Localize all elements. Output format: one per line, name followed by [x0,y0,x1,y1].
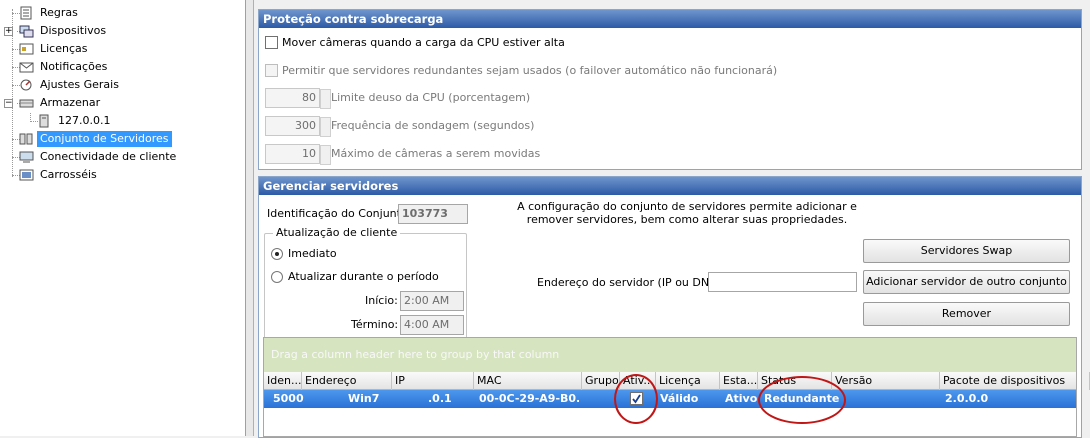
tree-item-localhost[interactable]: 127.0.0.1 [37,112,113,130]
allow-redundant-checkbox[interactable]: Permitir que servidores redundantes seja… [265,64,777,77]
client-update-fieldset: Atualização de cliente Imediato Atualiza… [264,226,467,339]
main-panel: Proteção contra sobrecarga Mover câmeras… [255,0,1090,438]
spinner-arrows-icon[interactable] [320,89,331,109]
immediate-radio[interactable]: Imediato [271,247,337,260]
annotation-circle-active [614,374,658,424]
checkbox-box[interactable] [265,36,278,49]
spinner-arrows-icon[interactable] [320,145,331,165]
tree-item-devices[interactable]: Dispositivos [19,22,109,40]
cell-mac: 00-0C-29-A9-B0... [479,392,579,405]
tree-item-notifications[interactable]: Notificações [19,58,110,76]
annotation-circle-status [758,376,846,424]
move-cameras-label: Mover câmeras quando a carga da CPU esti… [282,36,565,49]
cpu-limit-value: 80 [302,91,316,104]
tree-item-label: Armazenar [40,96,101,109]
manage-servers-title: Gerenciar servidores [259,177,1081,195]
max-cameras-label: Máximo de câmeras a serem movidas [331,147,541,160]
devices-icon [19,24,34,38]
poll-frequency-value: 300 [295,119,316,132]
tree-item-label: Ajustes Gerais [40,78,119,91]
pool-id-label: Identificação do Conjunto [267,207,408,220]
license-icon [19,42,34,56]
server-address-label: Endereço do servidor (IP ou DNS) [537,276,721,289]
end-time-field[interactable]: 4:00 AM [400,315,464,335]
column-header-group[interactable]: Grupo [582,372,620,390]
storage-icon [19,96,34,110]
cpu-limit-spinner[interactable]: 80 [265,88,331,109]
server-icon [37,114,52,128]
table-row[interactable]: 5000 Win7 .0.1 00-0C-29-A9-B0... Válido … [264,390,1076,408]
expand-devices-icon[interactable]: + [4,27,13,36]
group-by-panel[interactable]: Drag a column header here to group by th… [264,338,1076,372]
spinner-arrows-icon[interactable] [320,117,331,137]
max-cameras-spinner[interactable]: 10 [265,144,331,165]
tree-item-label: Dispositivos [40,24,107,37]
overload-protection-group: Proteção contra sobrecarga Mover câmeras… [258,9,1082,170]
column-header-license[interactable]: Licença [656,372,720,390]
tree-item-label: Conjunto de Servidores [37,131,172,147]
tree-item-label: Carrosséis [40,168,97,181]
tree-item-rules[interactable]: Regras [19,4,81,22]
period-radio[interactable]: Atualizar durante o período [271,270,439,283]
tree-item-general-settings[interactable]: Ajustes Gerais [19,76,122,94]
notification-icon [19,60,34,74]
server-address-input[interactable] [708,272,857,292]
tree-item-label: 127.0.0.1 [58,114,111,127]
carousel-icon [19,168,34,182]
tree-item-client-connectivity[interactable]: Conectividade de cliente [19,148,179,166]
pool-id-field[interactable]: 103773 [398,204,468,224]
cell-license: Válido [660,392,699,405]
poll-frequency-spinner[interactable]: 300 [265,116,331,137]
rules-icon [19,6,34,20]
column-header-id[interactable]: Iden... [264,372,302,390]
swap-servers-button[interactable]: Servidores Swap [863,239,1070,263]
move-cameras-checkbox[interactable]: Mover câmeras quando a carga da CPU esti… [265,36,565,49]
cpu-limit-label: Limite deuso da CPU (porcentagem) [331,91,531,104]
manage-servers-group: Gerenciar servidores Identificação do Co… [258,176,1090,438]
tree-item-label: Licenças [40,42,88,55]
start-time-field[interactable]: 2:00 AM [400,291,464,311]
collapse-storage-icon[interactable]: − [4,99,13,108]
column-header-device-pack[interactable]: Pacote de dispositivos [940,372,1090,390]
tree-item-server-pool[interactable]: Conjunto de Servidores [19,130,172,148]
add-server-from-pool-button[interactable]: Adicionar servidor de outro conjunto [863,270,1070,294]
end-label: Término: [351,318,399,331]
settings-icon [19,78,34,92]
tree-item-label: Regras [40,6,78,19]
column-header-mac[interactable]: MAC [474,372,582,390]
cell-ip: .0.1 [428,392,452,405]
overload-protection-title: Proteção contra sobrecarga [259,10,1081,28]
client-update-legend: Atualização de cliente [273,226,401,239]
column-header-version[interactable]: Versão [832,372,940,390]
allow-redundant-label: Permitir que servidores redundantes seja… [282,64,778,77]
poll-frequency-label: Frequência de sondagem (segundos) [331,119,535,132]
start-label: Início: [365,294,398,307]
servers-grid: Drag a column header here to group by th… [263,337,1090,437]
tree-item-storage[interactable]: Armazenar [19,94,103,112]
checkbox-box[interactable] [265,64,278,77]
tree-item-label: Conectividade de cliente [40,150,177,163]
remove-button[interactable]: Remover [863,302,1070,326]
cell-id: 5000 [273,392,304,405]
tree-item-label: Notificações [40,60,108,73]
cell-package: 2.0.0.0 [945,392,989,405]
server-pool-icon [19,132,34,146]
navigation-tree: + − Regras Dispositivos Licenças Notific… [0,0,246,436]
column-header-address[interactable]: Endereço [302,372,392,390]
tree-item-licenses[interactable]: Licenças [19,40,91,58]
client-connectivity-icon [19,150,34,164]
period-label: Atualizar durante o período [288,270,439,283]
immediate-label: Imediato [288,247,337,260]
cell-state: Ativo [725,392,758,405]
splitter[interactable] [246,0,254,436]
column-header-state[interactable]: Esta... [720,372,758,390]
pool-description: A configuração do conjunto de servidores… [517,200,857,226]
radio-dot[interactable] [271,247,283,260]
max-cameras-value: 10 [302,147,316,160]
tree-item-carousels[interactable]: Carrosséis [19,166,100,184]
radio-dot[interactable] [271,270,283,283]
grid-header: Iden... Endereço IP MAC Grupo Ativ... Li… [264,372,1090,390]
cell-address: Win7 [348,392,380,405]
column-header-ip[interactable]: IP [392,372,474,390]
